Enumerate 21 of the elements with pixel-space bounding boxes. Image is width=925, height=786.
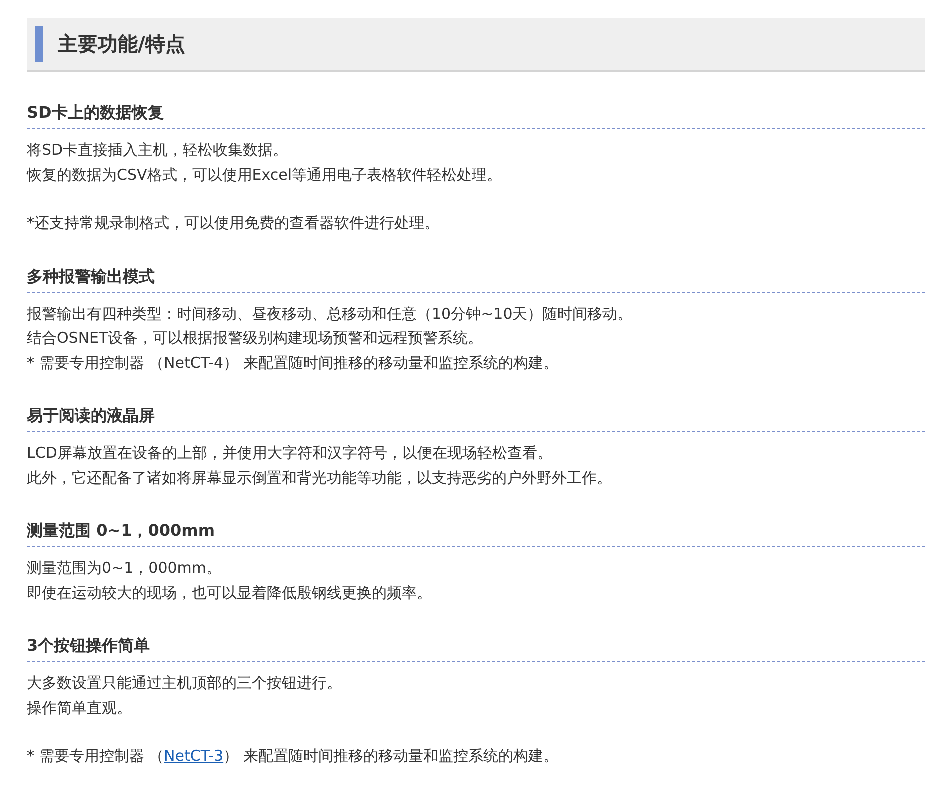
body-text: * 需要专用控制器 （NetCT-4） 来配置随时间推移的移动量和监控系统的构建。 (27, 352, 558, 374)
feature-heading: 多种报警输出模式 (27, 266, 925, 292)
feature-heading: SD卡上的数据恢复 (27, 102, 925, 129)
body-text: 此外，它还配备了诸如将屏幕显示倒置和背光功能等功能，以支持恶劣的户外野外工作。 (27, 468, 612, 488)
feature-heading: 易于阅读的液晶屏 (27, 405, 925, 432)
body-text: 报警输出有四种类型：时间移动、昼夜移动、总移动和任意（10分钟~10天）随时间移动。 (27, 304, 633, 324)
accent-bar (35, 26, 43, 62)
body-text: 测量范围为0~1，000mm。 (27, 558, 222, 579)
feature-heading: 测量范围 0~1，000mm (27, 520, 925, 547)
body-text: 结合OSNET设备，可以根据报警级别构建现场预警和远程预警系统。 (27, 328, 484, 349)
note-text: * 需要专用控制器 （NetCT-3） 来配置随时间推移的移动量和监控系统的构建。 (27, 746, 558, 767)
feature-heading: 3个按钮操作简单 (27, 635, 925, 662)
body-text: *还支持常规录制格式，可以使用免费的查看器软件进行处理。 (27, 213, 440, 234)
body-text: 恢复的数据为CSV格式，可以使用Excel等通用电子表格软件轻松处理。 (27, 164, 502, 186)
page-title: 主要功能/特点 (58, 30, 186, 58)
body-text: LCD屏幕放置在设备的上部，并使用大字符和汉字符号，以便在现场轻松查看。 (27, 443, 552, 464)
product-link[interactable]: NetCT-3 (164, 747, 224, 765)
body-text: 即使在运动较大的现场，也可以显着降低殷钢线更换的频率。 (27, 582, 432, 604)
body-text: 大多数设置只能通过主机顶部的三个按钮进行。 (27, 673, 342, 694)
body-text: 操作简单直观。 (27, 698, 132, 718)
body-text: 将SD卡直接插入主机，轻松收集数据。 (27, 140, 288, 161)
